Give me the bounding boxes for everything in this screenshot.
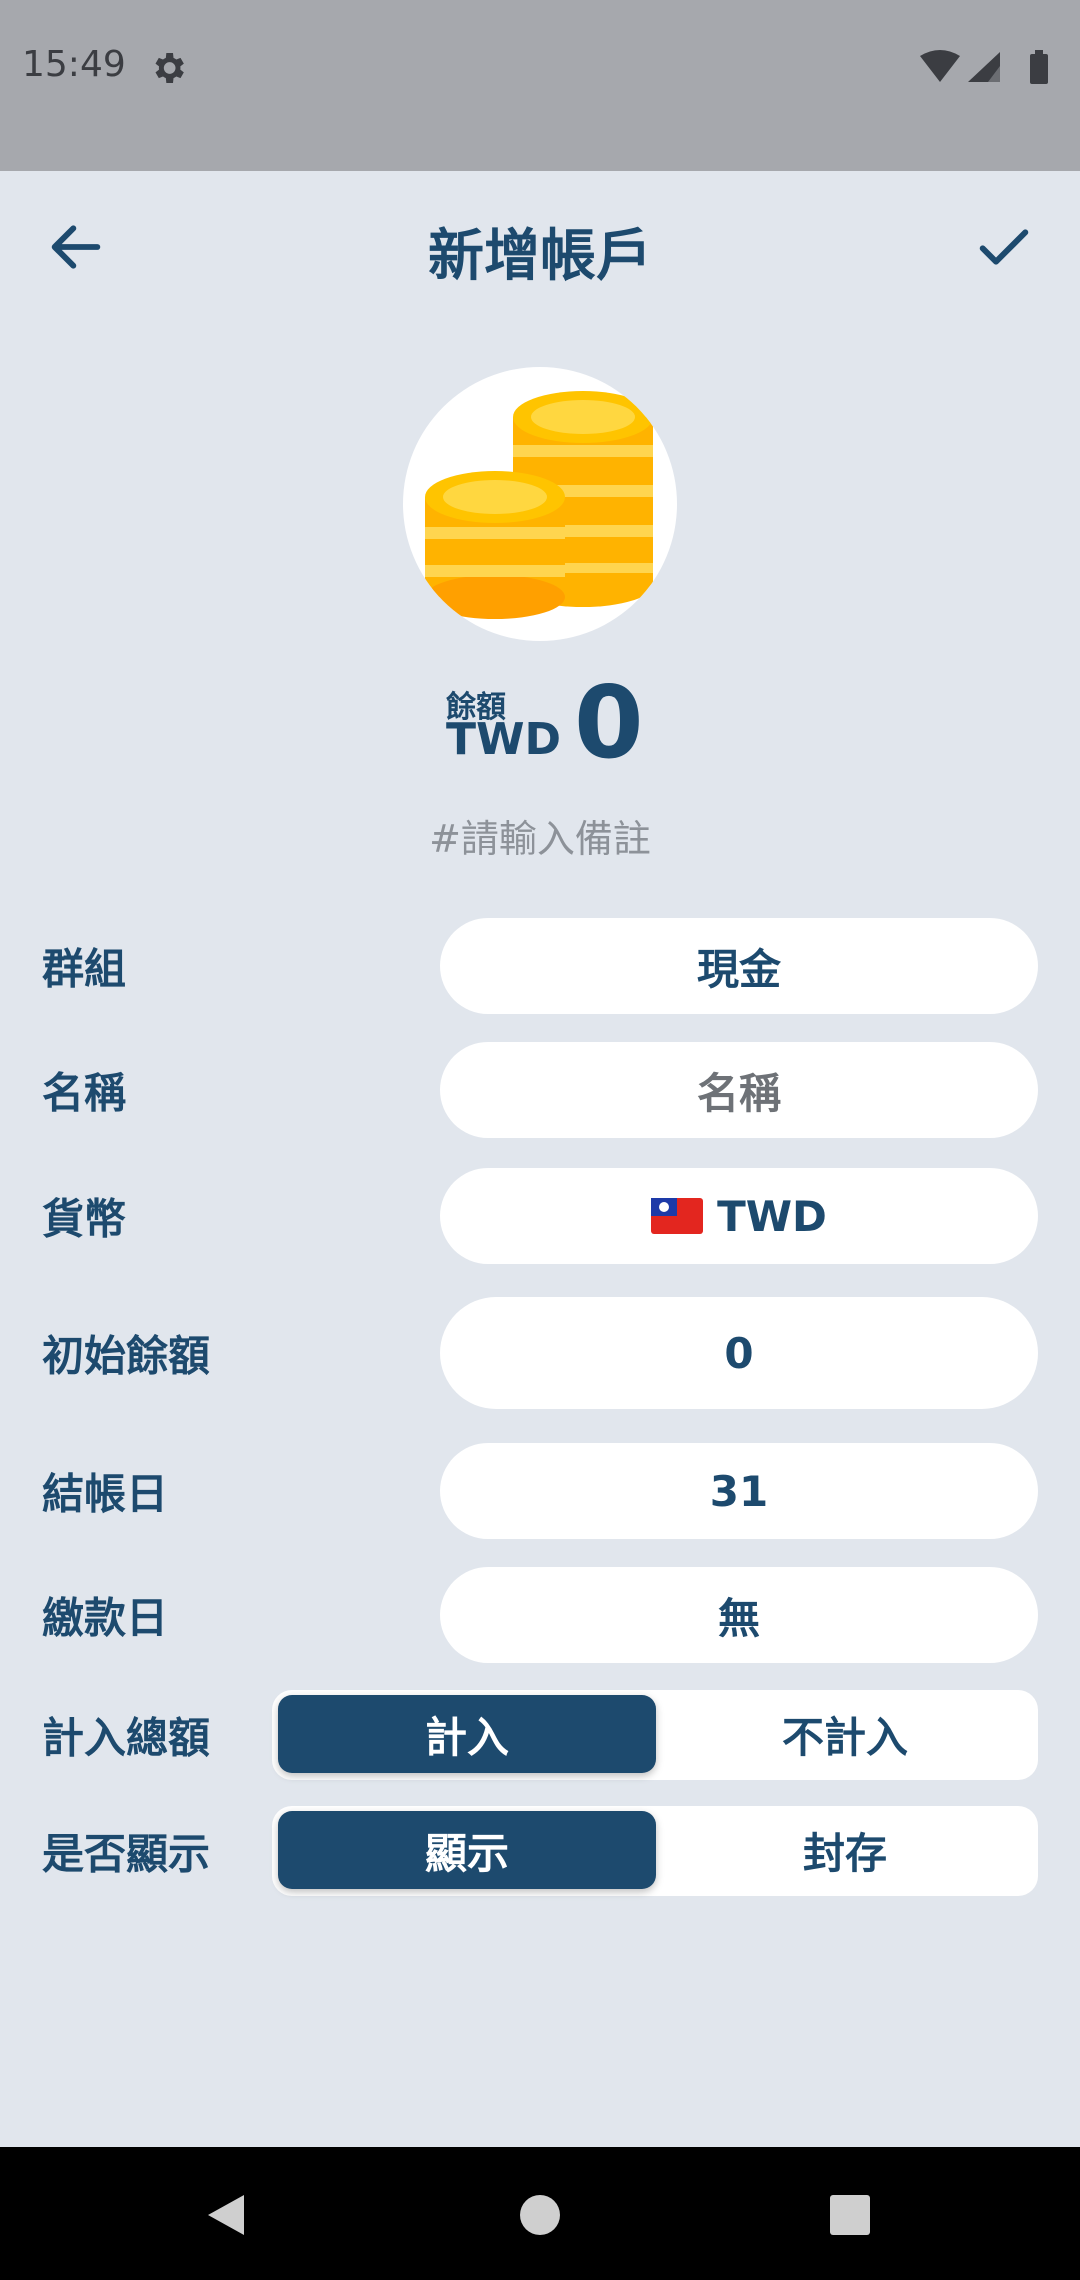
row-group: 群組 現金: [0, 918, 1080, 1014]
group-label: 群組: [42, 944, 127, 994]
status-indicators: [920, 50, 1048, 84]
row-currency: 貨幣 TWD: [0, 1168, 1080, 1264]
status-bar: 15:49: [0, 0, 1080, 171]
triangle-back-icon[interactable]: [204, 2191, 248, 2239]
statement-day-selector[interactable]: 31: [440, 1443, 1038, 1539]
archive-option[interactable]: 封存: [656, 1811, 1034, 1889]
payment-day-label: 繳款日: [42, 1593, 169, 1643]
currency-value: TWD: [717, 1191, 827, 1241]
group-selector[interactable]: 現金: [440, 918, 1038, 1014]
taiwan-flag-icon: [651, 1198, 704, 1234]
row-payment-day: 繳款日 無: [0, 1567, 1080, 1663]
gear-icon: [155, 53, 184, 83]
visibility-label: 是否顯示: [42, 1829, 211, 1879]
circle-home-icon[interactable]: [518, 2193, 562, 2237]
row-name: 名稱 名稱: [0, 1042, 1080, 1138]
name-label: 名稱: [42, 1068, 127, 1118]
visibility-toggle: 顯示 封存: [272, 1806, 1038, 1896]
page-title: 新增帳戶: [428, 224, 652, 289]
wifi-icon: [920, 50, 960, 82]
balance-display: 餘額 TWD 0: [0, 664, 1080, 781]
battery-icon: [1030, 54, 1048, 84]
account-avatar[interactable]: [403, 367, 677, 641]
note-input[interactable]: #請輸入備註: [0, 808, 1080, 863]
exclude-option[interactable]: 不計入: [656, 1695, 1034, 1773]
currency-selector[interactable]: TWD: [440, 1168, 1038, 1264]
square-recents-icon[interactable]: [828, 2193, 872, 2237]
balance-amount: 0: [574, 664, 644, 781]
currency-label: 貨幣: [42, 1194, 127, 1244]
status-time: 15:49: [22, 44, 126, 85]
name-input[interactable]: 名稱: [440, 1042, 1038, 1138]
balance-currency: TWD: [446, 714, 562, 765]
row-include-total: 計入總額 計入 不計入: [0, 1690, 1080, 1780]
include-total-label: 計入總額: [42, 1713, 211, 1763]
row-visibility: 是否顯示 顯示 封存: [0, 1806, 1080, 1896]
row-initial-balance: 初始餘額 0: [0, 1297, 1080, 1409]
check-icon[interactable]: [972, 215, 1036, 279]
app-bar: 新增帳戶: [0, 171, 1080, 321]
row-statement-day: 結帳日 31: [0, 1443, 1080, 1539]
initial-balance-label: 初始餘額: [42, 1331, 211, 1381]
initial-balance-input[interactable]: 0: [440, 1297, 1038, 1409]
statement-day-label: 結帳日: [42, 1469, 169, 1519]
include-total-toggle: 計入 不計入: [272, 1690, 1038, 1780]
system-nav-bar: [0, 2147, 1080, 2280]
show-option[interactable]: 顯示: [278, 1811, 656, 1889]
include-option[interactable]: 計入: [278, 1695, 656, 1773]
payment-day-selector[interactable]: 無: [440, 1567, 1038, 1663]
coins-icon: [425, 391, 653, 619]
